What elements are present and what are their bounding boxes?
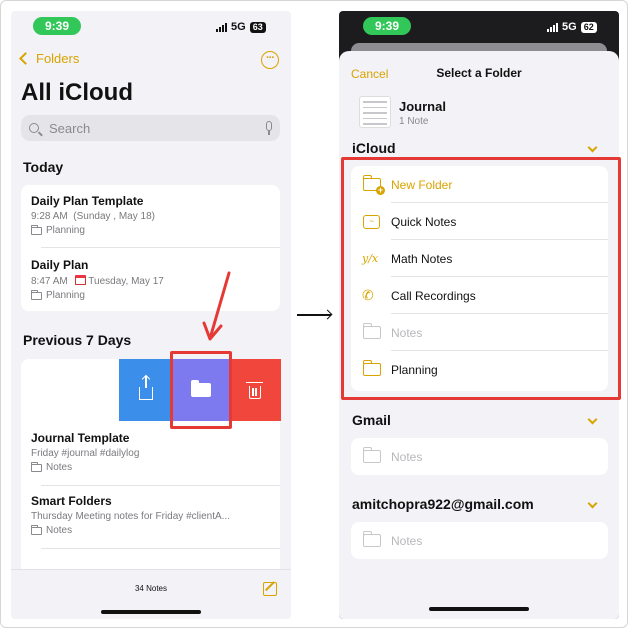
signal-icon (547, 22, 558, 32)
note-title: Smart Folders (31, 494, 112, 508)
chevron-down-icon[interactable] (587, 414, 598, 425)
note-meta: 8:47 AM Tuesday, May 17 (31, 275, 164, 287)
note-thumbnail (359, 96, 391, 128)
note-folder: Planning (31, 224, 155, 236)
folder-icon (362, 447, 381, 463)
battery-icon: 62 (580, 21, 597, 33)
microphone-icon[interactable] (266, 121, 272, 135)
sheet-title: Select a Folder (436, 66, 522, 80)
folders-back-button[interactable]: Folders (17, 51, 79, 66)
composite-frame: 9:39 5G 63 Folders ··· All iCloud Search… (0, 0, 628, 628)
note-preview: (Sunday , May 18) (73, 211, 155, 222)
note-preview: Tuesday, May 17 (88, 276, 164, 287)
status-time: 9:39 (33, 17, 81, 35)
network-label: 5G (562, 21, 577, 33)
note-preview: Friday #journal #dailylog (31, 448, 140, 459)
note-meta: 9:28 AM (Sunday , May 18) (31, 211, 155, 222)
folder-icon (31, 524, 42, 535)
note-row[interactable]: Journal Template Friday #journal #dailyl… (31, 431, 139, 473)
note-folder: Planning (31, 289, 164, 301)
note-subtitle: 1 Note (399, 116, 429, 127)
chevron-down-icon[interactable] (587, 142, 598, 153)
pointer-arrow-icon (202, 271, 231, 341)
note-title: Daily Plan (31, 258, 89, 272)
chevron-left-icon (19, 52, 32, 65)
folder-icon (31, 289, 42, 300)
battery-icon: 63 (249, 21, 266, 33)
signal-icon (216, 22, 227, 32)
notes-list-screen: 9:39 5G 63 Folders ··· All iCloud Search… (11, 11, 291, 619)
folder-icon (31, 461, 42, 472)
highlight-box (341, 157, 621, 400)
note-folder-label: Planning (46, 290, 85, 301)
page-title: All iCloud (21, 79, 133, 106)
network-label: 5G (231, 21, 246, 33)
bottom-toolbar: 34 Notes (11, 569, 291, 619)
note-row[interactable]: Smart Folders Thursday Meeting notes for… (31, 494, 271, 536)
highlight-box (170, 351, 232, 429)
home-indicator (101, 610, 201, 614)
account-header-gmail[interactable]: Gmail (352, 412, 391, 428)
chevron-down-icon[interactable] (587, 498, 598, 509)
share-icon (139, 375, 153, 400)
note-title: Journal Template (31, 431, 130, 445)
search-placeholder: Search (49, 120, 91, 136)
status-indicators: 5G 62 (547, 21, 597, 33)
note-time: 9:28 AM (31, 211, 68, 222)
note-folder: Notes (31, 524, 271, 536)
folder-row-notes: Notes (351, 522, 608, 559)
delete-button[interactable] (229, 359, 281, 421)
row-divider (41, 247, 280, 248)
row-divider (41, 485, 280, 486)
note-folder: Notes (31, 461, 139, 473)
home-indicator (429, 607, 529, 611)
account-header-email[interactable]: amitchopra922@gmail.com (352, 496, 534, 512)
status-indicators: 5G 63 (216, 21, 266, 33)
note-row[interactable]: Daily Plan Template 9:28 AM (Sunday , Ma… (31, 194, 155, 236)
search-input[interactable]: Search (21, 115, 280, 141)
note-preview: Thursday Meeting notes for Friday #clien… (31, 511, 230, 522)
note-row[interactable]: Daily Plan 8:47 AM Tuesday, May 17 Plann… (31, 258, 164, 301)
note-title: Journal (399, 99, 446, 114)
flow-arrow-icon (297, 314, 331, 316)
folder-label: Notes (391, 533, 423, 548)
compose-icon[interactable] (263, 582, 277, 596)
back-label: Folders (36, 51, 80, 66)
account-header-icloud[interactable]: iCloud (352, 140, 396, 156)
folder-icon (362, 531, 381, 547)
more-options-icon[interactable]: ··· (261, 51, 279, 69)
note-folder-label: Notes (46, 525, 73, 536)
section-previous-7-days: Previous 7 Days (23, 332, 132, 348)
status-time: 9:39 (363, 17, 411, 35)
folder-label: Notes (391, 449, 423, 464)
trash-icon (246, 381, 263, 399)
note-title: Daily Plan Template (31, 194, 144, 208)
share-button[interactable] (119, 359, 173, 421)
note-folder-label: Notes (46, 462, 73, 473)
notes-count: 34 Notes (134, 584, 168, 593)
folder-icon (31, 224, 42, 235)
row-divider (41, 548, 280, 549)
note-folder-label: Planning (46, 225, 85, 236)
folder-row-notes: Notes (351, 438, 608, 475)
gmail-folder-list: Notes (351, 438, 608, 475)
calendar-icon (75, 275, 87, 285)
section-today: Today (23, 159, 64, 175)
note-time: 8:47 AM (31, 276, 68, 287)
email-folder-list: Notes (351, 522, 608, 559)
search-icon (29, 123, 39, 133)
